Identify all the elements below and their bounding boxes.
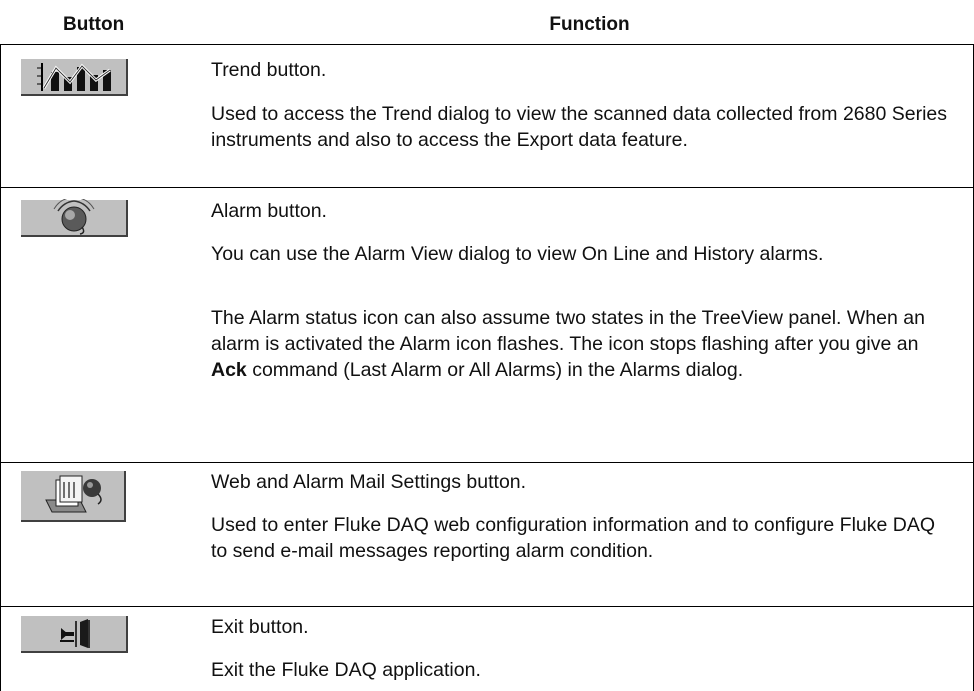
button-description: You can use the Alarm View dialog to vie… [211, 243, 824, 265]
exit-button[interactable] [20, 615, 128, 653]
alarm-bell-icon [20, 199, 128, 237]
button-description: Used to enter Fluke DAQ web configuratio… [211, 514, 936, 562]
note-text-before: The Alarm status icon can also assume tw… [211, 307, 925, 355]
row-divider [0, 187, 974, 188]
web-mail-settings-button[interactable] [20, 470, 126, 522]
button-title: Web and Alarm Mail Settings button. [211, 471, 527, 493]
table-header: Button Function [0, 0, 974, 44]
button-title: Exit button. [211, 616, 309, 638]
button-title: Trend button. [211, 59, 327, 81]
header-divider [0, 44, 974, 45]
button-title: Alarm button. [211, 200, 327, 222]
button-description: Exit the Fluke DAQ application. [211, 659, 481, 681]
web-mail-settings-icon [20, 470, 126, 522]
note-text-after: command (Last Alarm or All Alarms) in th… [246, 359, 744, 381]
trend-chart-icon [20, 58, 128, 96]
column-header-function: Function [549, 14, 630, 35]
table-left-border [0, 44, 1, 691]
exit-door-icon [20, 615, 128, 653]
ack-command-label: Ack [211, 359, 247, 381]
button-function-table: Button Function Trend button. Used to ac… [0, 0, 974, 691]
button-description: Used to access the Trend dialog to view … [211, 103, 948, 151]
row-divider [0, 606, 974, 607]
alarm-button[interactable] [20, 199, 128, 237]
alarm-status-note: The Alarm status icon can also assume tw… [211, 305, 956, 383]
row-divider [0, 462, 974, 463]
trend-button[interactable] [20, 58, 128, 96]
